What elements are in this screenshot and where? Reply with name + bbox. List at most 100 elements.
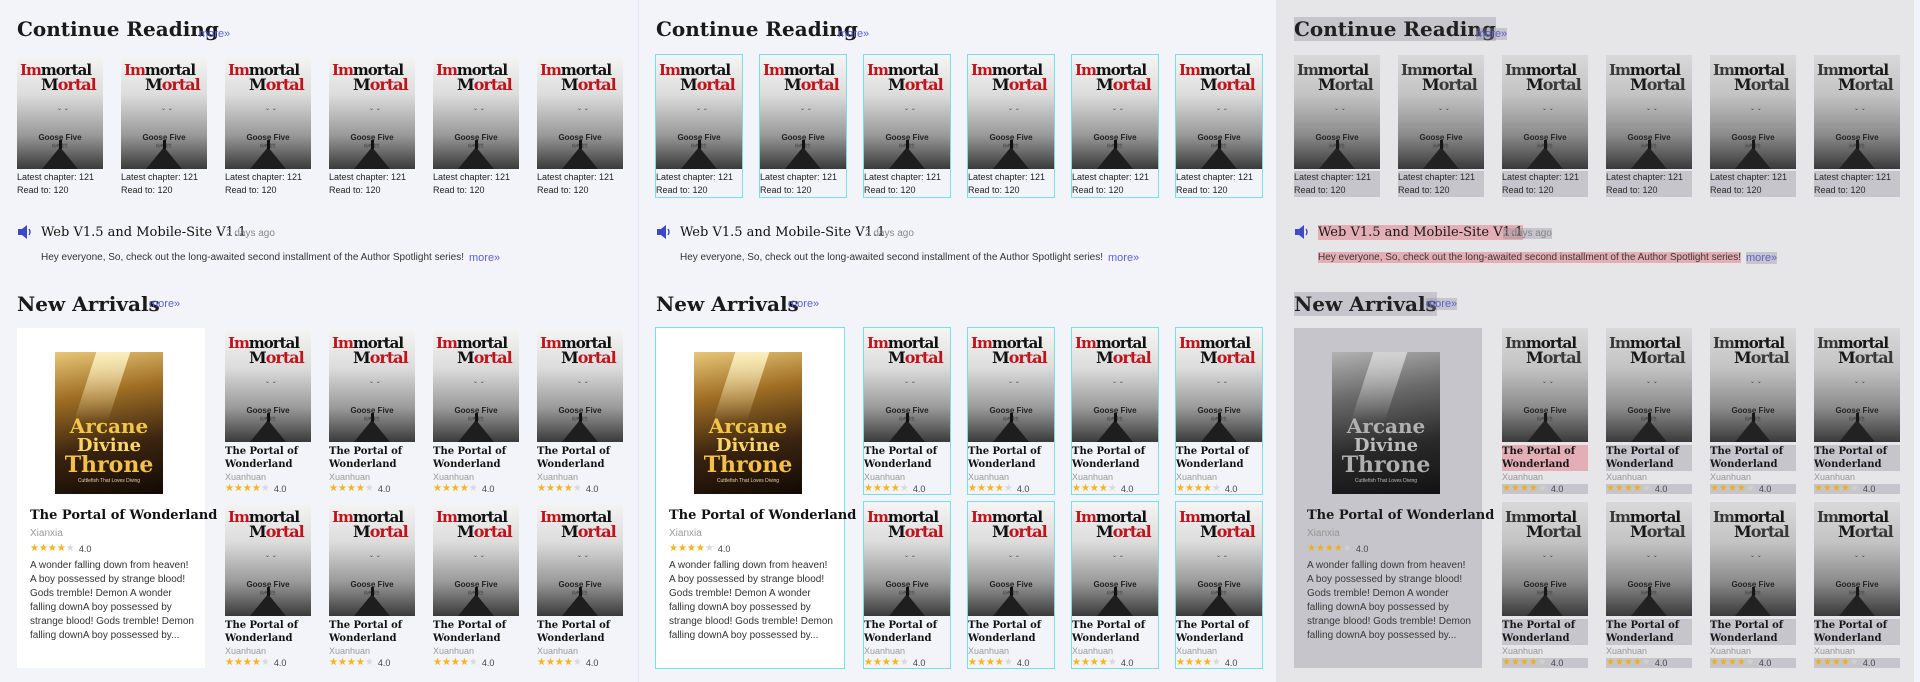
new-arrival-book[interactable]: Immortal Mortal ⌄ ⌄ Goose Five 仙帝重生 The … xyxy=(433,328,519,494)
continue-reading-more-link[interactable]: more» xyxy=(838,28,869,40)
book-cover[interactable]: Immortal Mortal ⌄ ⌄ Goose Five 仙帝重生 xyxy=(329,55,415,169)
book-title[interactable]: The Portal of Wonderland xyxy=(433,445,519,471)
announcement-more-link[interactable]: more» xyxy=(1746,252,1778,264)
book-cover[interactable]: Immortal Mortal ⌄ ⌄ Goose Five 仙帝重生 xyxy=(1814,502,1900,616)
announcement-title[interactable]: Web V1.5 and Mobile-Site V1.1 xyxy=(1318,225,1524,240)
featured-book-card[interactable]: Arcane Divine Throne Cuttlefish That Lov… xyxy=(655,327,856,669)
featured-book-cover[interactable]: Arcane Divine Throne Cuttlefish That Lov… xyxy=(55,352,163,494)
continue-reading-book[interactable]: Immortal Mortal ⌄ ⌄ Goose Five 仙帝重生 Late… xyxy=(1071,54,1159,198)
book-cover[interactable]: Immortal Mortal ⌄ ⌄ Goose Five 仙帝重生 xyxy=(1176,502,1262,616)
book-title[interactable]: The Portal of Wonderland xyxy=(225,619,311,645)
book-title[interactable]: The Portal of Wonderland xyxy=(1502,445,1588,471)
featured-book-card[interactable]: Arcane Divine Throne Cuttlefish That Lov… xyxy=(17,328,217,668)
book-cover[interactable]: Immortal Mortal ⌄ ⌄ Goose Five 仙帝重生 xyxy=(864,502,950,616)
new-arrival-book[interactable]: Immortal Mortal ⌄ ⌄ Goose Five 仙帝重生 The … xyxy=(967,501,1055,669)
book-cover[interactable]: Immortal Mortal ⌄ ⌄ Goose Five 仙帝重生 xyxy=(1072,502,1158,616)
new-arrival-book[interactable]: Immortal Mortal ⌄ ⌄ Goose Five 仙帝重生 The … xyxy=(1814,502,1900,668)
continue-reading-more-link[interactable]: more» xyxy=(1476,28,1508,40)
continue-reading-book[interactable]: Immortal Mortal ⌄ ⌄ Goose Five 仙帝重生 Late… xyxy=(1294,55,1380,197)
continue-reading-book[interactable]: Immortal Mortal ⌄ ⌄ Goose Five 仙帝重生 Late… xyxy=(225,55,311,197)
book-cover[interactable]: Immortal Mortal ⌄ ⌄ Goose Five 仙帝重生 xyxy=(1502,502,1588,616)
new-arrival-book[interactable]: Immortal Mortal ⌄ ⌄ Goose Five 仙帝重生 The … xyxy=(225,328,311,494)
book-title[interactable]: The Portal of Wonderland xyxy=(1606,619,1692,645)
book-title[interactable]: The Portal of Wonderland xyxy=(864,445,950,471)
new-arrival-book[interactable]: Immortal Mortal ⌄ ⌄ Goose Five 仙帝重生 The … xyxy=(1071,501,1159,669)
book-title[interactable]: The Portal of Wonderland xyxy=(1176,619,1262,645)
new-arrival-book[interactable]: Immortal Mortal ⌄ ⌄ Goose Five 仙帝重生 The … xyxy=(1175,501,1263,669)
book-cover[interactable]: Immortal Mortal ⌄ ⌄ Goose Five 仙帝重生 xyxy=(1710,328,1796,442)
announcement-title[interactable]: Web V1.5 and Mobile-Site V1.1 xyxy=(680,225,885,240)
book-title[interactable]: The Portal of Wonderland xyxy=(968,445,1054,471)
new-arrival-book[interactable]: Immortal Mortal ⌄ ⌄ Goose Five 仙帝重生 The … xyxy=(1502,328,1588,494)
new-arrival-book[interactable]: Immortal Mortal ⌄ ⌄ Goose Five 仙帝重生 The … xyxy=(1710,328,1796,494)
book-cover[interactable]: Immortal Mortal ⌄ ⌄ Goose Five 仙帝重生 xyxy=(1814,55,1900,169)
continue-reading-book[interactable]: Immortal Mortal ⌄ ⌄ Goose Five 仙帝重生 Late… xyxy=(1175,54,1263,198)
continue-reading-book[interactable]: Immortal Mortal ⌄ ⌄ Goose Five 仙帝重生 Late… xyxy=(121,55,207,197)
book-title[interactable]: The Portal of Wonderland xyxy=(1606,445,1692,471)
new-arrivals-more-link[interactable]: more» xyxy=(788,298,819,310)
new-arrival-book[interactable]: Immortal Mortal ⌄ ⌄ Goose Five 仙帝重生 The … xyxy=(863,327,951,495)
continue-reading-book[interactable]: Immortal Mortal ⌄ ⌄ Goose Five 仙帝重生 Late… xyxy=(1814,55,1900,197)
new-arrival-book[interactable]: Immortal Mortal ⌄ ⌄ Goose Five 仙帝重生 The … xyxy=(1606,502,1692,668)
featured-book-cover[interactable]: Arcane Divine Throne Cuttlefish That Lov… xyxy=(1332,352,1440,494)
book-title[interactable]: The Portal of Wonderland xyxy=(1710,445,1796,471)
book-cover[interactable]: Immortal Mortal ⌄ ⌄ Goose Five 仙帝重生 xyxy=(1176,55,1262,169)
book-title[interactable]: The Portal of Wonderland xyxy=(1710,619,1796,645)
book-cover[interactable]: Immortal Mortal ⌄ ⌄ Goose Five 仙帝重生 xyxy=(1176,328,1262,442)
book-cover[interactable]: Immortal Mortal ⌄ ⌄ Goose Five 仙帝重生 xyxy=(1072,328,1158,442)
book-cover[interactable]: Immortal Mortal ⌄ ⌄ Goose Five 仙帝重生 xyxy=(1606,502,1692,616)
book-cover[interactable]: Immortal Mortal ⌄ ⌄ Goose Five 仙帝重生 xyxy=(1606,328,1692,442)
book-title[interactable]: The Portal of Wonderland xyxy=(968,619,1054,645)
featured-book-cover[interactable]: Arcane Divine Throne Cuttlefish That Lov… xyxy=(694,352,802,494)
book-cover[interactable]: Immortal Mortal ⌄ ⌄ Goose Five 仙帝重生 xyxy=(968,328,1054,442)
book-title[interactable]: The Portal of Wonderland xyxy=(329,445,415,471)
continue-reading-book[interactable]: Immortal Mortal ⌄ ⌄ Goose Five 仙帝重生 Late… xyxy=(759,54,847,198)
continue-reading-book[interactable]: Immortal Mortal ⌄ ⌄ Goose Five 仙帝重生 Late… xyxy=(967,54,1055,198)
continue-reading-book[interactable]: Immortal Mortal ⌄ ⌄ Goose Five 仙帝重生 Late… xyxy=(17,55,103,197)
book-cover[interactable]: Immortal Mortal ⌄ ⌄ Goose Five 仙帝重生 xyxy=(329,328,415,442)
announcement-title[interactable]: Web V1.5 and Mobile-Site V1.1 xyxy=(41,225,246,240)
continue-reading-book[interactable]: Immortal Mortal ⌄ ⌄ Goose Five 仙帝重生 Late… xyxy=(1502,55,1588,197)
book-cover[interactable]: Immortal Mortal ⌄ ⌄ Goose Five 仙帝重生 xyxy=(864,328,950,442)
book-title[interactable]: The Portal of Wonderland xyxy=(1814,619,1900,645)
book-cover[interactable]: Immortal Mortal ⌄ ⌄ Goose Five 仙帝重生 xyxy=(1398,55,1484,169)
book-cover[interactable]: Immortal Mortal ⌄ ⌄ Goose Five 仙帝重生 xyxy=(433,328,519,442)
continue-reading-book[interactable]: Immortal Mortal ⌄ ⌄ Goose Five 仙帝重生 Late… xyxy=(1606,55,1692,197)
new-arrival-book[interactable]: Immortal Mortal ⌄ ⌄ Goose Five 仙帝重生 The … xyxy=(225,502,311,668)
continue-reading-book[interactable]: Immortal Mortal ⌄ ⌄ Goose Five 仙帝重生 Late… xyxy=(655,54,743,198)
continue-reading-book[interactable]: Immortal Mortal ⌄ ⌄ Goose Five 仙帝重生 Late… xyxy=(329,55,415,197)
featured-book-title[interactable]: The Portal of Wonderland xyxy=(669,508,856,523)
book-cover[interactable]: Immortal Mortal ⌄ ⌄ Goose Five 仙帝重生 xyxy=(968,55,1054,169)
book-cover[interactable]: Immortal Mortal ⌄ ⌄ Goose Five 仙帝重生 xyxy=(1502,328,1588,442)
book-cover[interactable]: Immortal Mortal ⌄ ⌄ Goose Five 仙帝重生 xyxy=(329,502,415,616)
continue-reading-more-link[interactable]: more» xyxy=(199,28,230,40)
book-title[interactable]: The Portal of Wonderland xyxy=(1502,619,1588,645)
book-cover[interactable]: Immortal Mortal ⌄ ⌄ Goose Five 仙帝重生 xyxy=(968,502,1054,616)
new-arrival-book[interactable]: Immortal Mortal ⌄ ⌄ Goose Five 仙帝重生 The … xyxy=(1606,328,1692,494)
book-cover[interactable]: Immortal Mortal ⌄ ⌄ Goose Five 仙帝重生 xyxy=(1294,55,1380,169)
new-arrival-book[interactable]: Immortal Mortal ⌄ ⌄ Goose Five 仙帝重生 The … xyxy=(1710,502,1796,668)
new-arrival-book[interactable]: Immortal Mortal ⌄ ⌄ Goose Five 仙帝重生 The … xyxy=(1175,327,1263,495)
book-cover[interactable]: Immortal Mortal ⌄ ⌄ Goose Five 仙帝重生 xyxy=(1502,55,1588,169)
book-title[interactable]: The Portal of Wonderland xyxy=(1072,445,1158,471)
book-cover[interactable]: Immortal Mortal ⌄ ⌄ Goose Five 仙帝重生 xyxy=(17,55,103,169)
new-arrival-book[interactable]: Immortal Mortal ⌄ ⌄ Goose Five 仙帝重生 The … xyxy=(967,327,1055,495)
book-title[interactable]: The Portal of Wonderland xyxy=(225,445,311,471)
new-arrival-book[interactable]: Immortal Mortal ⌄ ⌄ Goose Five 仙帝重生 The … xyxy=(1502,502,1588,668)
featured-book-title[interactable]: The Portal of Wonderland xyxy=(30,508,217,523)
book-cover[interactable]: Immortal Mortal ⌄ ⌄ Goose Five 仙帝重生 xyxy=(225,55,311,169)
book-title[interactable]: The Portal of Wonderland xyxy=(864,619,950,645)
announcement-more-link[interactable]: more» xyxy=(469,252,500,264)
new-arrival-book[interactable]: Immortal Mortal ⌄ ⌄ Goose Five 仙帝重生 The … xyxy=(537,328,623,494)
book-cover[interactable]: Immortal Mortal ⌄ ⌄ Goose Five 仙帝重生 xyxy=(1814,328,1900,442)
book-cover[interactable]: Immortal Mortal ⌄ ⌄ Goose Five 仙帝重生 xyxy=(121,55,207,169)
new-arrival-book[interactable]: Immortal Mortal ⌄ ⌄ Goose Five 仙帝重生 The … xyxy=(433,502,519,668)
featured-book-card[interactable]: Arcane Divine Throne Cuttlefish That Lov… xyxy=(1294,328,1494,668)
book-cover[interactable]: Immortal Mortal ⌄ ⌄ Goose Five 仙帝重生 xyxy=(1710,502,1796,616)
book-title[interactable]: The Portal of Wonderland xyxy=(537,445,623,471)
continue-reading-book[interactable]: Immortal Mortal ⌄ ⌄ Goose Five 仙帝重生 Late… xyxy=(863,54,951,198)
new-arrival-book[interactable]: Immortal Mortal ⌄ ⌄ Goose Five 仙帝重生 The … xyxy=(1814,328,1900,494)
book-cover[interactable]: Immortal Mortal ⌄ ⌄ Goose Five 仙帝重生 xyxy=(864,55,950,169)
new-arrival-book[interactable]: Immortal Mortal ⌄ ⌄ Goose Five 仙帝重生 The … xyxy=(1071,327,1159,495)
continue-reading-book[interactable]: Immortal Mortal ⌄ ⌄ Goose Five 仙帝重生 Late… xyxy=(537,55,623,197)
